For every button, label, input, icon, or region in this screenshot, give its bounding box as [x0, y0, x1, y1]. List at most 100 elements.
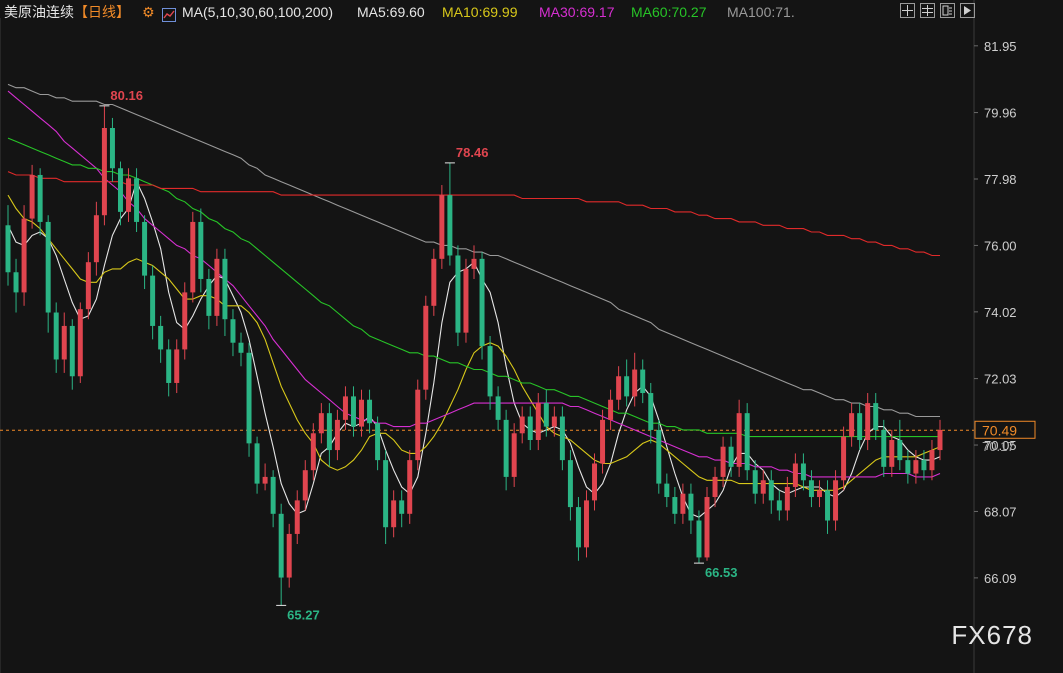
candle-body [567, 460, 573, 508]
candle-body [784, 486, 790, 511]
candle-body [873, 403, 879, 430]
candle-body [712, 476, 718, 498]
candle-body [672, 497, 678, 514]
toolbar [900, 3, 980, 21]
candle-body [142, 221, 148, 276]
ma-line-ma10 [7, 194, 941, 491]
candle-body [109, 128, 115, 169]
grid-lines [0, 0, 975, 673]
candle-body [511, 433, 517, 477]
candle-body [45, 221, 51, 313]
candle-body [664, 483, 670, 498]
window-icon[interactable] [940, 3, 955, 18]
candle-body [13, 272, 19, 293]
candle-body [583, 500, 589, 548]
candle-body [608, 399, 614, 420]
candle-body [326, 413, 332, 451]
candle-body [455, 255, 461, 333]
candle-body [423, 305, 429, 390]
candle-body [310, 433, 316, 471]
candle-body [929, 450, 935, 471]
symbol-name: 美原油连续 [4, 4, 74, 20]
ma5-value: MA5:69.60 [357, 4, 425, 20]
candle-body [600, 419, 606, 464]
indicator-chart-icon[interactable] [162, 5, 176, 22]
candle-body [302, 470, 308, 501]
candle-body [93, 215, 99, 263]
candle-body [134, 178, 140, 222]
ma-line-ma200 [7, 171, 940, 257]
ma60-value: MA60:70.27 [631, 4, 707, 20]
ma-line-ma5 [7, 180, 941, 518]
candle-body [648, 393, 654, 430]
candle-body [760, 480, 766, 494]
candle-body [897, 440, 903, 461]
candle-body [246, 352, 252, 444]
candlesticks [5, 105, 943, 606]
candle-body [849, 413, 855, 437]
crosshair-icon[interactable] [900, 3, 915, 18]
candle-body [190, 221, 196, 293]
candle-body [503, 419, 509, 477]
candle-body [688, 493, 694, 521]
candle-body [286, 533, 292, 578]
ma30-value: MA30:69.17 [539, 4, 615, 20]
candle-body [592, 463, 598, 501]
candle-body [334, 419, 340, 451]
candle-body [800, 463, 806, 481]
candle-body [174, 349, 180, 383]
candle-body [53, 312, 59, 360]
candle-body [318, 413, 324, 434]
candle-body [166, 349, 172, 383]
y-tick-label: 79.96 [984, 106, 1017, 121]
price-chart[interactable]: 80.16 78.46 65.27 66.53 81.95 79.96 77.98 76.0… [0, 0, 1063, 673]
watermark-logo: FX678 [951, 620, 1033, 650]
candle-body [656, 429, 662, 484]
candle-body [527, 416, 533, 440]
candle-body [101, 128, 107, 216]
candle-body [222, 258, 228, 320]
candle-body [535, 403, 541, 440]
candle-body [214, 258, 220, 316]
candle-body [230, 319, 236, 343]
low-price-label: 65.27 [287, 607, 320, 622]
candle-body [816, 490, 822, 498]
ma10-value: MA10:69.99 [442, 4, 518, 20]
candle-body [744, 413, 750, 471]
period-label[interactable]: 【日线】 [74, 0, 130, 24]
candle-body [359, 399, 365, 427]
secondary-price-label: 70.17 [982, 439, 1015, 454]
play-icon[interactable] [960, 3, 975, 18]
candle-body [776, 500, 782, 511]
gear-icon[interactable]: ⚙ [142, 0, 155, 24]
candle-body [294, 500, 300, 534]
candle-body [61, 325, 67, 360]
ma-line-ma60 [7, 137, 940, 438]
candle-body [543, 403, 549, 427]
ma-params: MA(5,10,30,60,100,200) [182, 4, 333, 20]
candle-body [768, 480, 774, 501]
candle-body [29, 174, 35, 219]
candle-body [206, 278, 212, 316]
candle-body [921, 460, 927, 471]
y-tick-label: 72.03 [984, 372, 1017, 387]
candle-body [182, 292, 188, 350]
candle-body [278, 513, 284, 578]
candle-body [825, 490, 831, 521]
candle-body [720, 446, 726, 477]
y-tick-label: 81.95 [984, 39, 1017, 54]
candle-body [158, 325, 164, 350]
candle-body [85, 262, 91, 310]
candle-body [792, 463, 798, 487]
candle-body [117, 168, 123, 212]
candle-body [391, 500, 397, 528]
candle-body [383, 460, 389, 528]
candle-body [865, 403, 871, 440]
grid-icon[interactable] [920, 3, 935, 18]
low-price-label: 66.53 [705, 565, 738, 580]
candle-body [375, 423, 381, 461]
candle-body [77, 309, 83, 377]
candle-body [680, 493, 686, 514]
candle-body [728, 446, 734, 467]
candle-body [808, 480, 814, 498]
